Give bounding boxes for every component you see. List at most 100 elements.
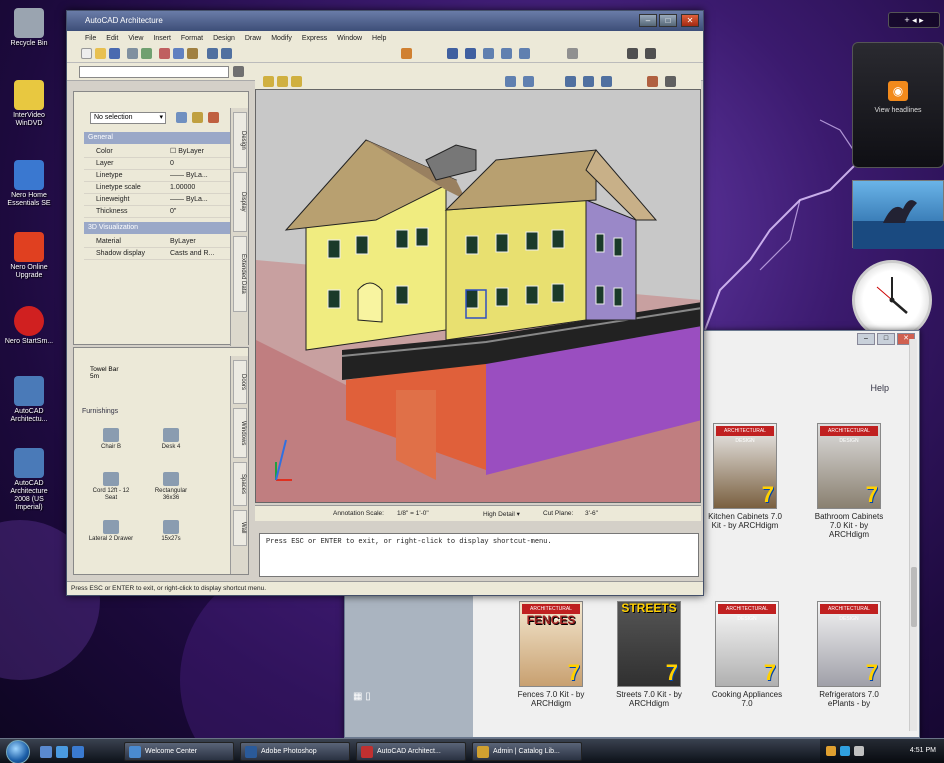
select-objects-icon[interactable] bbox=[192, 112, 203, 123]
zoom-icon[interactable] bbox=[447, 48, 458, 59]
network-icon[interactable] bbox=[840, 746, 850, 756]
properties-icon[interactable] bbox=[483, 48, 494, 59]
property-row-lineweight[interactable]: Lineweight —— ByLa... bbox=[84, 194, 230, 206]
cut-icon[interactable] bbox=[159, 48, 170, 59]
help-link[interactable]: Help bbox=[870, 383, 889, 393]
new-icon[interactable] bbox=[81, 48, 92, 59]
switch-windows-icon[interactable] bbox=[56, 746, 68, 758]
desktop-icon-autocad[interactable]: AutoCAD Architectu... bbox=[4, 376, 54, 424]
taskbar-button-photoshop[interactable]: Adobe Photoshop bbox=[240, 742, 350, 761]
light-icon[interactable] bbox=[263, 76, 274, 87]
save-icon[interactable] bbox=[109, 48, 120, 59]
render-icon[interactable] bbox=[505, 76, 516, 87]
layer-manager-icon[interactable] bbox=[233, 66, 244, 77]
catalog-item-streets[interactable]: STREETS 7 Streets 7.0 Kit - by ARCHdigm bbox=[609, 601, 689, 708]
quick-select-icon[interactable] bbox=[176, 112, 187, 123]
scrollbar-thumb[interactable] bbox=[911, 567, 917, 627]
property-row-shadow-display[interactable]: Shadow display Casts and R... bbox=[84, 248, 230, 260]
autocad-window[interactable]: AutoCAD Architecture – □ ✕ File Edit Vie… bbox=[66, 10, 704, 596]
tab-display[interactable]: Display bbox=[233, 172, 247, 232]
system-clock[interactable]: 4:51 PM bbox=[910, 747, 936, 754]
zoom-window-icon[interactable] bbox=[465, 48, 476, 59]
command-line[interactable]: Press ESC or ENTER to exit, or right-cli… bbox=[259, 533, 699, 577]
desktop-icon-windvd[interactable]: InterVideo WinDVD bbox=[4, 80, 54, 128]
menu-express[interactable]: Express bbox=[302, 35, 327, 42]
property-row-layer[interactable]: Layer 0 bbox=[84, 158, 230, 170]
desktop-icon-autocad-imperial[interactable]: AutoCAD Architecture 2008 (US Imperial) bbox=[4, 448, 54, 512]
catalog-item-cooking-appliances[interactable]: ARCHITECTURAL DESIGN 7 Cooking Appliance… bbox=[707, 601, 787, 708]
property-row-thickness[interactable]: Thickness 0" bbox=[84, 206, 230, 218]
tab-windows[interactable]: Windows bbox=[233, 408, 247, 458]
properties-palette[interactable]: No selection General Color ☐ ByLayer Laye… bbox=[73, 91, 249, 346]
undo-icon[interactable] bbox=[207, 48, 218, 59]
desktop-icon-nero-home[interactable]: Nero Home Essentials SE bbox=[4, 160, 54, 208]
open-icon[interactable] bbox=[95, 48, 106, 59]
start-button[interactable] bbox=[6, 740, 30, 763]
draw-icon[interactable] bbox=[647, 76, 658, 87]
tab-extended-data[interactable]: Extended Data bbox=[233, 236, 247, 312]
property-value[interactable]: 0" bbox=[170, 206, 176, 218]
tool-lateral-drawer[interactable]: Lateral 2 Drawer bbox=[86, 520, 136, 543]
tab-doors[interactable]: Doors bbox=[233, 360, 247, 404]
desktop-icon-nero-startsmart[interactable]: Nero StartSm... bbox=[4, 306, 54, 346]
tool-conference-table[interactable]: Cord 12ft - 12 Seat bbox=[86, 472, 136, 502]
measure-icon[interactable] bbox=[567, 48, 578, 59]
catalog-item-fences[interactable]: ARCHITECTURAL DESIGN FENCES 7 Fences 7.0… bbox=[511, 601, 591, 708]
title-bar[interactable]: AutoCAD Architecture – □ ✕ bbox=[67, 11, 703, 31]
menu-window[interactable]: Window bbox=[337, 35, 362, 42]
print-icon[interactable] bbox=[127, 48, 138, 59]
maximize-button[interactable]: □ bbox=[877, 333, 895, 345]
paste-icon[interactable] bbox=[187, 48, 198, 59]
internet-explorer-icon[interactable] bbox=[72, 746, 84, 758]
property-value[interactable]: 1.00000 bbox=[170, 182, 195, 194]
polyline-icon[interactable] bbox=[645, 48, 656, 59]
shield-icon[interactable] bbox=[826, 746, 836, 756]
tool-rectangular-table[interactable]: Rectangular 36x36 bbox=[146, 472, 196, 502]
design-center-icon[interactable] bbox=[501, 48, 512, 59]
tool-palettes-icon[interactable] bbox=[519, 48, 530, 59]
taskbar-button-welcome-center[interactable]: Welcome Center bbox=[124, 742, 234, 761]
annotation-scale-dropdown[interactable]: 1/8" = 1'-0" bbox=[397, 510, 429, 517]
property-row-color[interactable]: Color ☐ ByLayer bbox=[84, 146, 230, 158]
show-desktop-icon[interactable] bbox=[40, 746, 52, 758]
menu-draw[interactable]: Draw bbox=[245, 35, 261, 42]
catalog-item-bathroom-cabinets[interactable]: ARCHITECTURAL DESIGN 7 Bathroom Cabinets… bbox=[809, 423, 889, 539]
rss-gadget[interactable]: ◉ View headlines bbox=[852, 42, 944, 168]
view-icon[interactable] bbox=[601, 76, 612, 87]
pan-icon[interactable] bbox=[401, 48, 412, 59]
tool-desk[interactable]: Desk 4 bbox=[146, 428, 196, 451]
tab-design[interactable]: Design bbox=[233, 112, 247, 168]
menu-design[interactable]: Design bbox=[213, 35, 235, 42]
tool-chair[interactable]: Chair B bbox=[86, 428, 136, 451]
property-value[interactable]: Casts and R... bbox=[170, 248, 214, 260]
desktop-icon-nero-upgrade[interactable]: Nero Online Upgrade bbox=[4, 232, 54, 280]
toggle-pickadd-icon[interactable] bbox=[208, 112, 219, 123]
plot-preview-icon[interactable] bbox=[141, 48, 152, 59]
desktop-icon-recycle-bin[interactable]: Recycle Bin bbox=[4, 8, 54, 48]
property-value[interactable]: 0 bbox=[170, 158, 174, 170]
property-value[interactable]: —— ByLa... bbox=[170, 194, 208, 206]
maximize-button[interactable]: □ bbox=[659, 14, 677, 27]
tool-cabinet[interactable]: 15x27s bbox=[146, 520, 196, 543]
slideshow-gadget[interactable] bbox=[852, 180, 944, 249]
layer-dropdown[interactable] bbox=[79, 66, 229, 78]
taskbar-button-autocad[interactable]: AutoCAD Architect... bbox=[356, 742, 466, 761]
cut-plane-value[interactable]: 3'-6" bbox=[585, 510, 598, 517]
tool-palette[interactable]: Towel Bar 5m Furnishings Chair B Desk 4 … bbox=[73, 347, 249, 575]
menu-file[interactable]: File bbox=[85, 35, 96, 42]
menu-insert[interactable]: Insert bbox=[153, 35, 171, 42]
visualization-section-header[interactable]: 3D Visualization bbox=[84, 222, 230, 234]
clock-gadget[interactable] bbox=[852, 260, 932, 340]
menu-view[interactable]: View bbox=[128, 35, 143, 42]
menu-edit[interactable]: Edit bbox=[106, 35, 118, 42]
model-viewport[interactable] bbox=[255, 89, 701, 503]
catalog-scrollbar[interactable] bbox=[909, 339, 917, 731]
camera-icon[interactable] bbox=[665, 76, 676, 87]
property-row-linetype-scale[interactable]: Linetype scale 1.00000 bbox=[84, 182, 230, 194]
light-icon[interactable] bbox=[277, 76, 288, 87]
tab-spaces[interactable]: Spaces bbox=[233, 462, 247, 506]
menu-help[interactable]: Help bbox=[372, 35, 386, 42]
view-icon[interactable] bbox=[583, 76, 594, 87]
redo-icon[interactable] bbox=[221, 48, 232, 59]
minimize-button[interactable]: – bbox=[639, 14, 657, 27]
